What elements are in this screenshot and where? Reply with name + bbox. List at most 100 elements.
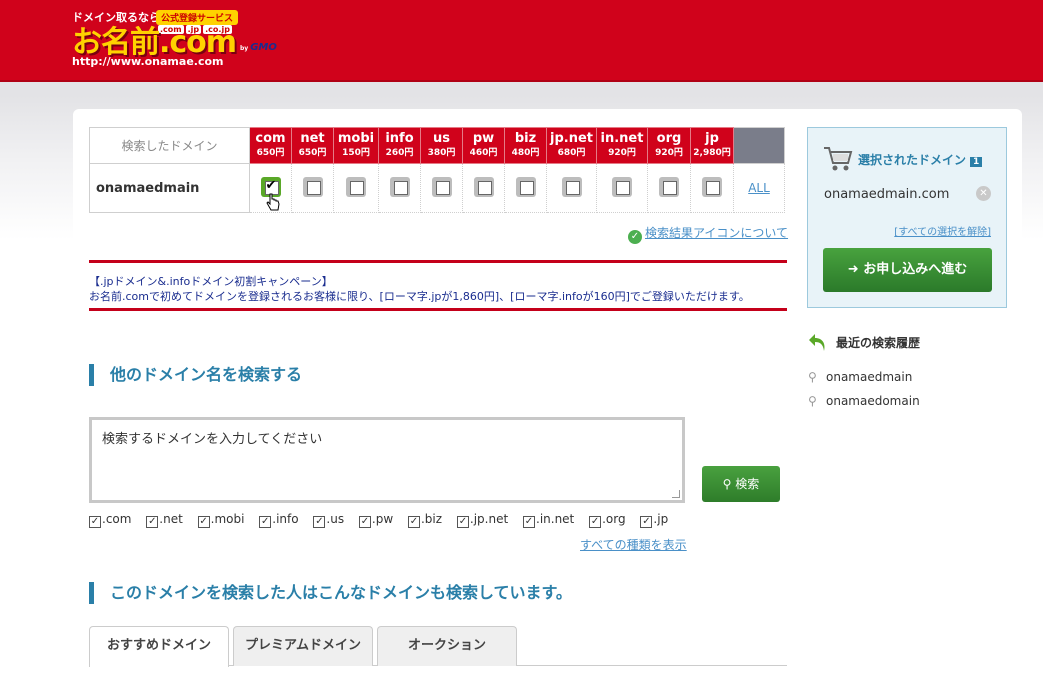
tld-option-jp[interactable]: ✓ .jp (640, 512, 668, 528)
tld-checkbox-list: ✓ .com ✓ .net ✓ .mobi ✓ .info ✓ .us ✓ .pw ✓ .bi… (89, 512, 679, 528)
checkbox-cell-org[interactable] (647, 163, 691, 213)
domain-checkbox-info[interactable] (389, 176, 410, 197)
checkbox-checked-icon: ✓ (456, 516, 469, 528)
domain-checkbox-jp[interactable] (702, 176, 722, 197)
checkbox-cell-in-net[interactable] (596, 163, 648, 213)
search-icon: ⚲ (722, 477, 732, 491)
clear-selection-link[interactable]: [すべての選択を解除] (894, 223, 991, 238)
cart-title: 選択されたドメイン 1 (858, 151, 983, 168)
searched-domain-header: 検索したドメイン (89, 127, 250, 164)
hand-cursor-icon (266, 193, 280, 211)
domain-checkbox-jp-net[interactable] (561, 176, 582, 197)
cart-count-badge: 1 (970, 157, 983, 167)
tld-header-biz: biz 480円 (504, 127, 547, 164)
tld-option-pw[interactable]: ✓ .pw (358, 512, 393, 528)
resize-grip-icon[interactable] (672, 490, 680, 498)
campaign-banner: 【.jpドメイン&.infoドメイン初割キャンペーン】 お名前.comで初めてド… (89, 260, 787, 311)
checkbox-cell-net[interactable] (291, 163, 334, 213)
tld-header-mobi: mobi 150円 (333, 127, 379, 164)
domain-checkbox-biz[interactable] (515, 176, 536, 197)
show-all-types-link[interactable]: すべての種類を表示 (580, 536, 687, 553)
checkbox-checked-icon: ✓ (259, 516, 272, 528)
search-placeholder: 検索するドメインを入力してください (102, 432, 323, 447)
site-header: ドメイン取るなら 公式登録サービス .com .jp .co.jp お名前.com … (0, 0, 1043, 82)
domain-checkbox-in-net[interactable] (612, 176, 632, 197)
tld-header-org: org 920円 (647, 127, 691, 164)
check-circle-icon: ✓ (628, 230, 642, 244)
checkbox-checked-icon: ✓ (313, 516, 326, 528)
logo-tagline: ドメイン取るなら (72, 11, 160, 24)
checkmark-icon: ✔ (265, 177, 277, 193)
checkbox-cell-us[interactable] (420, 163, 463, 213)
tab-recommended[interactable]: おすすめドメイン (89, 626, 229, 667)
gmo-mark: by GMO (240, 42, 277, 53)
tld-option-org[interactable]: ✓ .org (589, 512, 626, 528)
checkbox-cell-jp-net[interactable] (546, 163, 597, 213)
search-button[interactable]: ⚲ 検索 (702, 466, 780, 502)
checkbox-checked-icon: ✓ (407, 516, 420, 528)
recent-search-item[interactable]: ⚲ onamaedmain (808, 370, 912, 384)
arrow-right-icon: ➜ (847, 262, 864, 277)
tld-option-com[interactable]: ✓ .com (89, 512, 131, 528)
domain-checkbox-pw[interactable] (473, 176, 494, 197)
remove-icon[interactable]: ✕ (976, 186, 991, 201)
checkbox-cell-pw[interactable] (462, 163, 505, 213)
checkbox-checked-icon: ✓ (197, 516, 210, 528)
domain-checkbox-net[interactable] (302, 176, 323, 197)
tld-option-jp-net[interactable]: ✓ .jp.net (456, 512, 508, 528)
proceed-to-order-button[interactable]: ➜ お申し込みへ進む (823, 248, 992, 292)
tld-option-info[interactable]: ✓ .info (259, 512, 299, 528)
checkbox-checked-icon: ✓ (589, 516, 602, 528)
select-all-link[interactable]: ALL (748, 181, 770, 195)
campaign-title: 【.jpドメイン&.infoドメイン初割キャンペーン】 (89, 275, 333, 288)
checkbox-cell-info[interactable] (378, 163, 421, 213)
tld-header-jp: jp 2,980円 (690, 127, 734, 164)
back-arrow-icon (809, 334, 825, 351)
tld-header-jp-net: jp.net 680円 (546, 127, 597, 164)
tld-option-net[interactable]: ✓ .net (146, 512, 183, 528)
tld-option-us[interactable]: ✓ .us (313, 512, 344, 528)
campaign-body: お名前.comで初めてドメインを登録されるお客様に限り、[ローマ字.jpが1,8… (89, 290, 750, 303)
tld-header-com: com 650円 (249, 127, 292, 164)
selected-domains-cart: 選択されたドメイン 1 onamaedmain.com ✕ [すべての選択を解除]… (807, 127, 1007, 308)
tld-header-pw: pw 460円 (462, 127, 505, 164)
checkbox-checked-icon: ✓ (640, 516, 653, 528)
related-tabs: おすすめドメイン プレミアムドメイン オークション (89, 626, 787, 667)
checkbox-cell-mobi[interactable] (333, 163, 379, 213)
result-icon-help-link[interactable]: ✓ 検索結果アイコンについて (628, 224, 788, 244)
search-icon: ⚲ (808, 394, 817, 408)
domain-result-table: 検索したドメイン com 650円 net 650円 mobi 150円 info 26… (89, 127, 785, 213)
checkbox-cell-biz[interactable] (504, 163, 547, 213)
tld-header-in-net: in.net 920円 (596, 127, 648, 164)
tld-option-mobi[interactable]: ✓ .mobi (197, 512, 244, 528)
official-badge: 公式登録サービス (156, 10, 239, 25)
domain-checkbox-us[interactable] (431, 176, 452, 197)
checkbox-cell-jp[interactable] (690, 163, 734, 213)
all-column-header (733, 127, 785, 164)
domain-search-textarea[interactable]: 検索するドメインを入力してください (89, 417, 685, 503)
logo-url: http://www.onamae.com (72, 55, 224, 68)
domain-checkbox-org[interactable] (659, 176, 679, 197)
tab-auction[interactable]: オークション (377, 626, 517, 666)
tld-header-info: info 260円 (378, 127, 421, 164)
checkbox-checked-icon: ✓ (146, 516, 159, 528)
searched-domain-name: onamaedmain (89, 163, 250, 213)
all-cell: ALL (733, 163, 785, 213)
related-section-title: このドメインを検索した人はこんなドメインも検索しています。 (89, 582, 572, 604)
checkbox-checked-icon: ✓ (523, 516, 535, 528)
tld-option-biz[interactable]: ✓ .biz (407, 512, 442, 528)
cart-domain-item: onamaedmain.com (824, 187, 950, 202)
recent-search-title: 最近の検索履歴 (836, 336, 921, 350)
tab-premium[interactable]: プレミアムドメイン (233, 626, 373, 666)
checkbox-checked-icon: ✓ (89, 516, 101, 528)
recent-search-item[interactable]: ⚲ onamaedomain (808, 394, 920, 408)
tld-option-in-net[interactable]: ✓ .in.net (523, 512, 574, 528)
tld-header-us: us 380円 (420, 127, 463, 164)
domain-checkbox-mobi[interactable] (346, 176, 366, 197)
search-icon: ⚲ (808, 370, 817, 384)
onamae-logo[interactable]: ドメイン取るなら 公式登録サービス .com .jp .co.jp お名前.com … (72, 9, 302, 71)
tld-header-net: net 650円 (291, 127, 334, 164)
shopping-cart-icon (824, 147, 853, 171)
checkbox-checked-icon: ✓ (358, 516, 371, 528)
search-section-title: 他のドメイン名を検索する (89, 364, 302, 386)
